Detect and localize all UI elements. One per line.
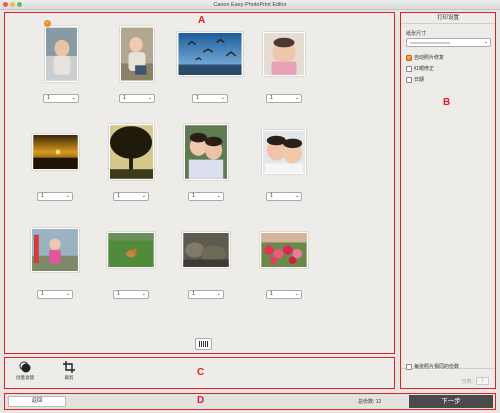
red-eye-checkbox[interactable] bbox=[406, 65, 412, 72]
quantity-select[interactable]: 1 ⌄ bbox=[266, 192, 302, 201]
quantity-select[interactable]: 1 ⌄ bbox=[266, 94, 302, 103]
photo-item: 1 ⌄ bbox=[170, 117, 242, 205]
photo-thumbnail[interactable] bbox=[177, 32, 243, 76]
photo-item: 1 ⌄ bbox=[248, 215, 320, 303]
chevron-down-icon: ⌄ bbox=[216, 193, 221, 199]
auto-photo-fix-label: 自动照片修复 bbox=[414, 55, 445, 61]
photo-item: 1 ⌄ bbox=[95, 117, 167, 205]
callout-c: C bbox=[197, 367, 205, 378]
chevron-down-icon: ⌄ bbox=[294, 291, 299, 297]
auto-photo-fix-option[interactable]: ✓ 自动照片修复 bbox=[406, 54, 444, 61]
bottom-bar: 返回 D 总份数: 12 下一步 bbox=[4, 393, 496, 410]
same-copies-label: 每张照片相同的份数 bbox=[414, 364, 460, 370]
quantity-select[interactable]: 1 ⌄ bbox=[266, 290, 302, 299]
paper-size-select[interactable]: ⌄ bbox=[406, 38, 491, 47]
date-label: 日期 bbox=[414, 77, 425, 83]
callout-b: B bbox=[443, 97, 451, 108]
quantity-select[interactable]: 1 ⌄ bbox=[43, 94, 79, 103]
photo-item: 1 ⌄ bbox=[19, 215, 91, 303]
quantity-select[interactable]: 1 ⌄ bbox=[113, 290, 149, 299]
photo-thumbnail-area: A ✓ 1 ⌄ 1 ⌄ 1 ⌄ 1 ⌄ 1 ⌄ 1 ⌄ 1 ⌄ 1 ⌄ 1 ⌄ … bbox=[4, 12, 395, 354]
copies-row: 份数: 1 bbox=[462, 377, 489, 385]
same-copies-option[interactable]: 每张照片相同的份数 bbox=[406, 363, 459, 370]
photo-item: 1 ⌄ bbox=[248, 117, 320, 205]
photo-thumbnail[interactable] bbox=[263, 32, 305, 76]
creative-filter-button[interactable]: 创意滤镜 bbox=[11, 361, 39, 381]
photo-thumbnail[interactable] bbox=[44, 26, 78, 82]
quantity-select[interactable]: 1 ⌄ bbox=[188, 192, 224, 201]
photo-item: 1 ⌄ bbox=[170, 215, 242, 303]
photo-item: 1 ⌄ bbox=[248, 19, 320, 107]
date-checkbox[interactable] bbox=[406, 76, 412, 83]
view-toggle-button[interactable] bbox=[195, 338, 212, 350]
photo-item: 1 ⌄ bbox=[101, 19, 173, 107]
paper-size-label: 纸张尺寸 bbox=[406, 31, 427, 37]
photo-item: ✓ 1 ⌄ bbox=[25, 19, 97, 107]
print-settings-panel: 打印设置 B 纸张尺寸 ⌄ ✓ 自动照片修复 红眼修正 日期 每张照片相同的份数… bbox=[400, 12, 496, 389]
photo-thumbnail[interactable] bbox=[182, 232, 230, 268]
photo-item: 1 ⌄ bbox=[174, 19, 246, 107]
same-copies-checkbox[interactable] bbox=[406, 363, 412, 370]
paper-size-value bbox=[410, 42, 450, 44]
quantity-select[interactable]: 1 ⌄ bbox=[37, 290, 73, 299]
chevron-down-icon: ⌄ bbox=[141, 193, 146, 199]
date-option[interactable]: 日期 bbox=[406, 76, 424, 83]
crop-label: 裁剪 bbox=[64, 375, 74, 380]
quantity-select[interactable]: 1 ⌄ bbox=[188, 290, 224, 299]
chevron-down-icon: ⌄ bbox=[147, 95, 152, 101]
photo-thumbnail[interactable] bbox=[107, 232, 155, 268]
creative-filter-icon bbox=[19, 361, 31, 373]
copies-input[interactable]: 1 bbox=[476, 377, 489, 385]
callout-d: D bbox=[197, 395, 205, 406]
next-button[interactable]: 下一步 bbox=[409, 395, 493, 408]
photo-thumbnail[interactable] bbox=[260, 232, 308, 268]
chevron-down-icon: ⌄ bbox=[65, 193, 70, 199]
photo-item: 1 ⌄ bbox=[19, 117, 91, 205]
title-bar: Canon Easy-PhotoPrint Editor bbox=[0, 0, 500, 10]
copies-label: 份数: bbox=[461, 378, 473, 385]
photo-thumbnail[interactable] bbox=[108, 124, 154, 180]
quantity-select[interactable]: 1 ⌄ bbox=[113, 192, 149, 201]
auto-photo-fix-checkbox[interactable]: ✓ bbox=[406, 54, 412, 61]
crop-button[interactable]: 裁剪 bbox=[55, 361, 83, 381]
chevron-down-icon: ⌄ bbox=[220, 95, 225, 101]
chevron-down-icon: ⌄ bbox=[65, 291, 70, 297]
photo-thumbnail[interactable] bbox=[31, 228, 79, 272]
chevron-down-icon: ⌄ bbox=[294, 193, 299, 199]
quantity-select[interactable]: 1 ⌄ bbox=[192, 94, 228, 103]
total-copies: 总份数: 12 bbox=[358, 399, 382, 405]
edit-tools-panel: 创意滤镜 裁剪 C bbox=[4, 357, 395, 389]
crop-icon bbox=[63, 361, 75, 373]
creative-filter-label: 创意滤镜 bbox=[16, 375, 34, 380]
quantity-select[interactable]: 1 ⌄ bbox=[37, 192, 73, 201]
window-title: Canon Easy-PhotoPrint Editor bbox=[213, 1, 287, 8]
chevron-down-icon: ⌄ bbox=[216, 291, 221, 297]
photo-item: 1 ⌄ bbox=[95, 215, 167, 303]
grid-view-icon bbox=[199, 341, 208, 347]
selected-check-icon[interactable]: ✓ bbox=[44, 20, 51, 27]
photo-thumbnail[interactable] bbox=[184, 124, 228, 180]
red-eye-label: 红眼修正 bbox=[414, 66, 435, 72]
quantity-select[interactable]: 1 ⌄ bbox=[119, 94, 155, 103]
photo-thumbnail[interactable] bbox=[31, 134, 79, 170]
photo-thumbnail[interactable] bbox=[262, 130, 306, 174]
chevron-down-icon: ⌄ bbox=[483, 39, 488, 45]
chevron-down-icon: ⌄ bbox=[71, 95, 76, 101]
photo-thumbnail[interactable] bbox=[120, 26, 154, 82]
back-button[interactable]: 返回 bbox=[8, 396, 66, 407]
red-eye-option[interactable]: 红眼修正 bbox=[406, 65, 434, 72]
chevron-down-icon: ⌄ bbox=[294, 95, 299, 101]
chevron-down-icon: ⌄ bbox=[141, 291, 146, 297]
print-settings-header: 打印设置 bbox=[401, 13, 495, 24]
